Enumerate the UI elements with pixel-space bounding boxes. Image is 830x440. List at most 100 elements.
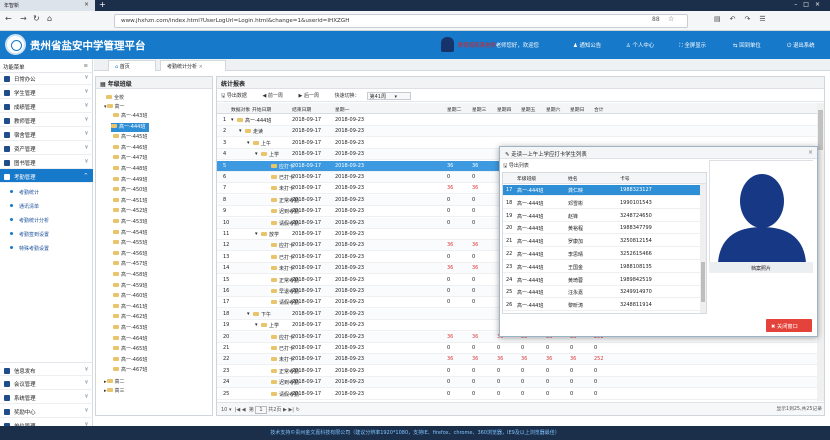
menu-item-dorm[interactable]: 宿舍管理 ¥ xyxy=(0,127,93,141)
modal-row[interactable]: 25 高一-444班 汪永嘉 3249914970 xyxy=(503,287,700,299)
tree-node-class[interactable]: 高一-466班 xyxy=(113,356,147,365)
submenu-attendance-analysis[interactable]: 考勤统计分析 xyxy=(0,213,93,227)
tree-node-class[interactable]: 高一-444班 xyxy=(111,122,150,132)
modal-row[interactable]: 26 高一-444班 黎昕涛 3248811914 xyxy=(503,300,700,312)
tree-node-class[interactable]: 高一-445班 xyxy=(113,133,147,142)
address-bar[interactable]: www.jhxhzn.com/index.html?UserLogUrl=Log… xyxy=(114,14,688,28)
grid-col-header[interactable]: 星期三 xyxy=(472,106,486,113)
tree-node-class[interactable]: 高一-459班 xyxy=(113,282,147,291)
menu-item-office[interactable]: 日常办公 ¥ xyxy=(0,71,93,85)
grid-row[interactable]: 25 请假考勤 2018-09-17 2018-09-23 0 0 0 0 0 0 0 xyxy=(217,389,817,400)
tree-node-class[interactable]: 高一-452班 xyxy=(113,207,147,216)
reload-icon[interactable]: ↻ xyxy=(33,14,40,23)
profile-button[interactable]: ♙ 个人中心 xyxy=(626,41,654,49)
grid-col-header[interactable]: 星期一 xyxy=(335,106,349,113)
menu-item-meetings[interactable]: 会议管理 ¥ xyxy=(0,376,93,390)
modal-scroll-thumb[interactable] xyxy=(701,262,705,302)
close-tab-icon[interactable]: × xyxy=(84,1,89,8)
export-list-button[interactable]: 🖫 导出列表 xyxy=(503,162,529,171)
close-window-button[interactable]: ✖ 关闭窗口 xyxy=(766,319,812,332)
grid-col-header[interactable]: 开始日期 xyxy=(252,106,271,113)
home-icon[interactable]: ⌂ xyxy=(47,14,52,23)
window-controls[interactable]: –□× xyxy=(794,1,826,8)
expand-toggle-icon[interactable]: ▾ xyxy=(255,231,258,237)
grid-col-header[interactable]: 星期日 xyxy=(570,106,584,113)
submenu-contact-list[interactable]: 通讯清单 xyxy=(0,199,93,213)
grid-scroll-thumb[interactable] xyxy=(818,110,823,150)
back-unit-button[interactable]: ⇆ 回到单位 xyxy=(733,41,761,49)
grid-col-header[interactable]: 星期四 xyxy=(497,106,511,113)
tree-node-class[interactable]: 高一-455班 xyxy=(113,239,147,248)
grid-row[interactable]: 1 ▾ 高一-444班 2018-09-17 2018-09-23 xyxy=(217,115,817,126)
tab-attendance-analysis[interactable]: 考勤统计分析 × xyxy=(160,60,226,71)
menu-item-news[interactable]: 信息发布 ¥ xyxy=(0,362,93,376)
grid-col-header[interactable]: 星期五 xyxy=(521,106,535,113)
submenu-attendance-stats[interactable]: 考勤统计 xyxy=(0,185,93,199)
modal-row[interactable]: 18 高一-444班 邓雪彬 1990101543 xyxy=(503,198,700,209)
first-page-icon[interactable]: |◀ xyxy=(235,407,241,413)
menu-item-scores[interactable]: 成绩管理 ¥ xyxy=(0,99,93,113)
fullscreen-button[interactable]: ⛶ 全屏显示 xyxy=(679,41,706,50)
tree-node-class[interactable]: 高一-461班 xyxy=(113,303,147,312)
page-size-select[interactable]: 10 ▾ xyxy=(221,407,231,413)
prev-page-icon[interactable]: ◀ xyxy=(242,407,246,413)
menu-item-library[interactable]: 图书管理 ¥ xyxy=(0,155,93,169)
new-tab-icon[interactable]: + xyxy=(99,0,106,9)
tree-node-root[interactable]: 全校 xyxy=(106,94,124,103)
next-week-button[interactable]: ▶ 后一周 xyxy=(299,93,326,99)
expand-toggle-icon[interactable]: ▾ xyxy=(247,140,250,146)
grid-col-header[interactable]: 星期二 xyxy=(447,106,461,113)
logout-button[interactable]: ⏻ 退出系统 xyxy=(787,41,815,50)
tree-node-class[interactable]: 高一-448班 xyxy=(113,165,147,174)
grid-row[interactable]: 24 迟到考勤 2018-09-17 2018-09-23 0 0 0 0 0 0 0 xyxy=(217,377,817,389)
modal-row[interactable]: 17 高一-444班 龚仁映 1988323127 xyxy=(503,185,700,196)
menu-item-assets[interactable]: 资产管理 ¥ xyxy=(0,141,93,155)
expand-toggle-icon[interactable]: ▾ xyxy=(231,117,234,123)
tree-node-grade2[interactable]: ▸ 高二 xyxy=(104,378,125,387)
modal-row[interactable]: 20 高一-444班 黄裕程 1988347799 xyxy=(503,223,700,235)
expand-toggle-icon[interactable]: ▾ xyxy=(247,311,250,317)
forward-icon[interactable]: → xyxy=(20,14,27,23)
grid-row[interactable]: 21 已打卡 2018-09-17 2018-09-23 0 0 0 0 0 0 0 xyxy=(217,343,817,354)
tree-node-class[interactable]: 高一-456班 xyxy=(113,250,147,259)
extension-badge[interactable]: 88 xyxy=(652,16,660,23)
grid-col-header[interactable]: 合计 xyxy=(594,106,604,113)
tree-node-class[interactable]: 高一-467班 xyxy=(113,366,147,375)
tree-node-class[interactable]: 高一-453班 xyxy=(113,218,147,227)
tree-node-class[interactable]: 高一-457班 xyxy=(113,260,147,269)
tree-node-class[interactable]: 高一-460班 xyxy=(113,292,147,301)
refresh-icon[interactable]: ↻ xyxy=(296,407,300,413)
close-icon[interactable]: × xyxy=(199,64,203,70)
tree-node-class[interactable]: 高一-463班 xyxy=(113,324,147,333)
tree-node-class[interactable]: 高一-458班 xyxy=(113,271,147,280)
modal-row[interactable]: 22 高一-444班 李思晴 3252615466 xyxy=(503,249,700,260)
tree-node-class[interactable]: 高一-465班 xyxy=(113,345,147,354)
next-page-icon[interactable]: ▶ xyxy=(283,407,287,413)
submenu-checkin-settings[interactable]: 考勤签到设置 xyxy=(0,227,93,241)
grid-row[interactable]: 22 未打卡 2018-09-17 2018-09-23 36 36 36 36 36 36 252 xyxy=(217,354,817,366)
submenu-special-attendance[interactable]: 特殊考勤设置 xyxy=(0,241,93,255)
grid-col-header[interactable]: 结束日期 xyxy=(292,106,311,113)
modal-row[interactable]: 21 高一-444班 罗康加 3250812154 xyxy=(503,236,700,248)
tree-node-class[interactable]: 高一-451班 xyxy=(113,197,147,206)
tree-node-class[interactable]: 高一-464班 xyxy=(113,335,147,344)
expand-toggle-icon[interactable]: ▾ xyxy=(255,322,258,328)
last-page-icon[interactable]: ▶| xyxy=(288,407,294,413)
grid-row[interactable]: 23 正常考勤 2018-09-17 2018-09-23 0 0 0 0 0 0 0 xyxy=(217,366,817,377)
prev-week-button[interactable]: ◀ 前一周 xyxy=(262,93,289,99)
grid-col-header[interactable]: 星期六 xyxy=(546,106,560,113)
tree-node-class[interactable]: 高一-454班 xyxy=(113,229,147,238)
modal-close-icon[interactable]: × xyxy=(808,149,813,156)
expand-toggle-icon[interactable]: ▾ xyxy=(239,128,242,134)
page-input[interactable]: 1 xyxy=(255,406,267,414)
menu-item-attendance[interactable]: 考勤管理 ^ xyxy=(0,169,93,183)
back-icon[interactable]: ← xyxy=(5,14,12,23)
tree-node-grade3[interactable]: ▸ 高三 xyxy=(104,387,125,396)
notice-button[interactable]: ♟ 通知公告 xyxy=(573,41,601,49)
tab-home[interactable]: ⌂ 首页 xyxy=(108,60,156,71)
week-select[interactable]: 第41周 ▾ xyxy=(366,92,411,100)
tree-node-class[interactable]: 高一-462班 xyxy=(113,313,147,322)
menu-item-rewards[interactable]: 奖励中心 ¥ xyxy=(0,404,93,418)
menu-item-students[interactable]: 学生管理 ¥ xyxy=(0,85,93,99)
modal-row[interactable]: 24 高一-444班 黄琦蓉 1989842519 xyxy=(503,275,700,286)
